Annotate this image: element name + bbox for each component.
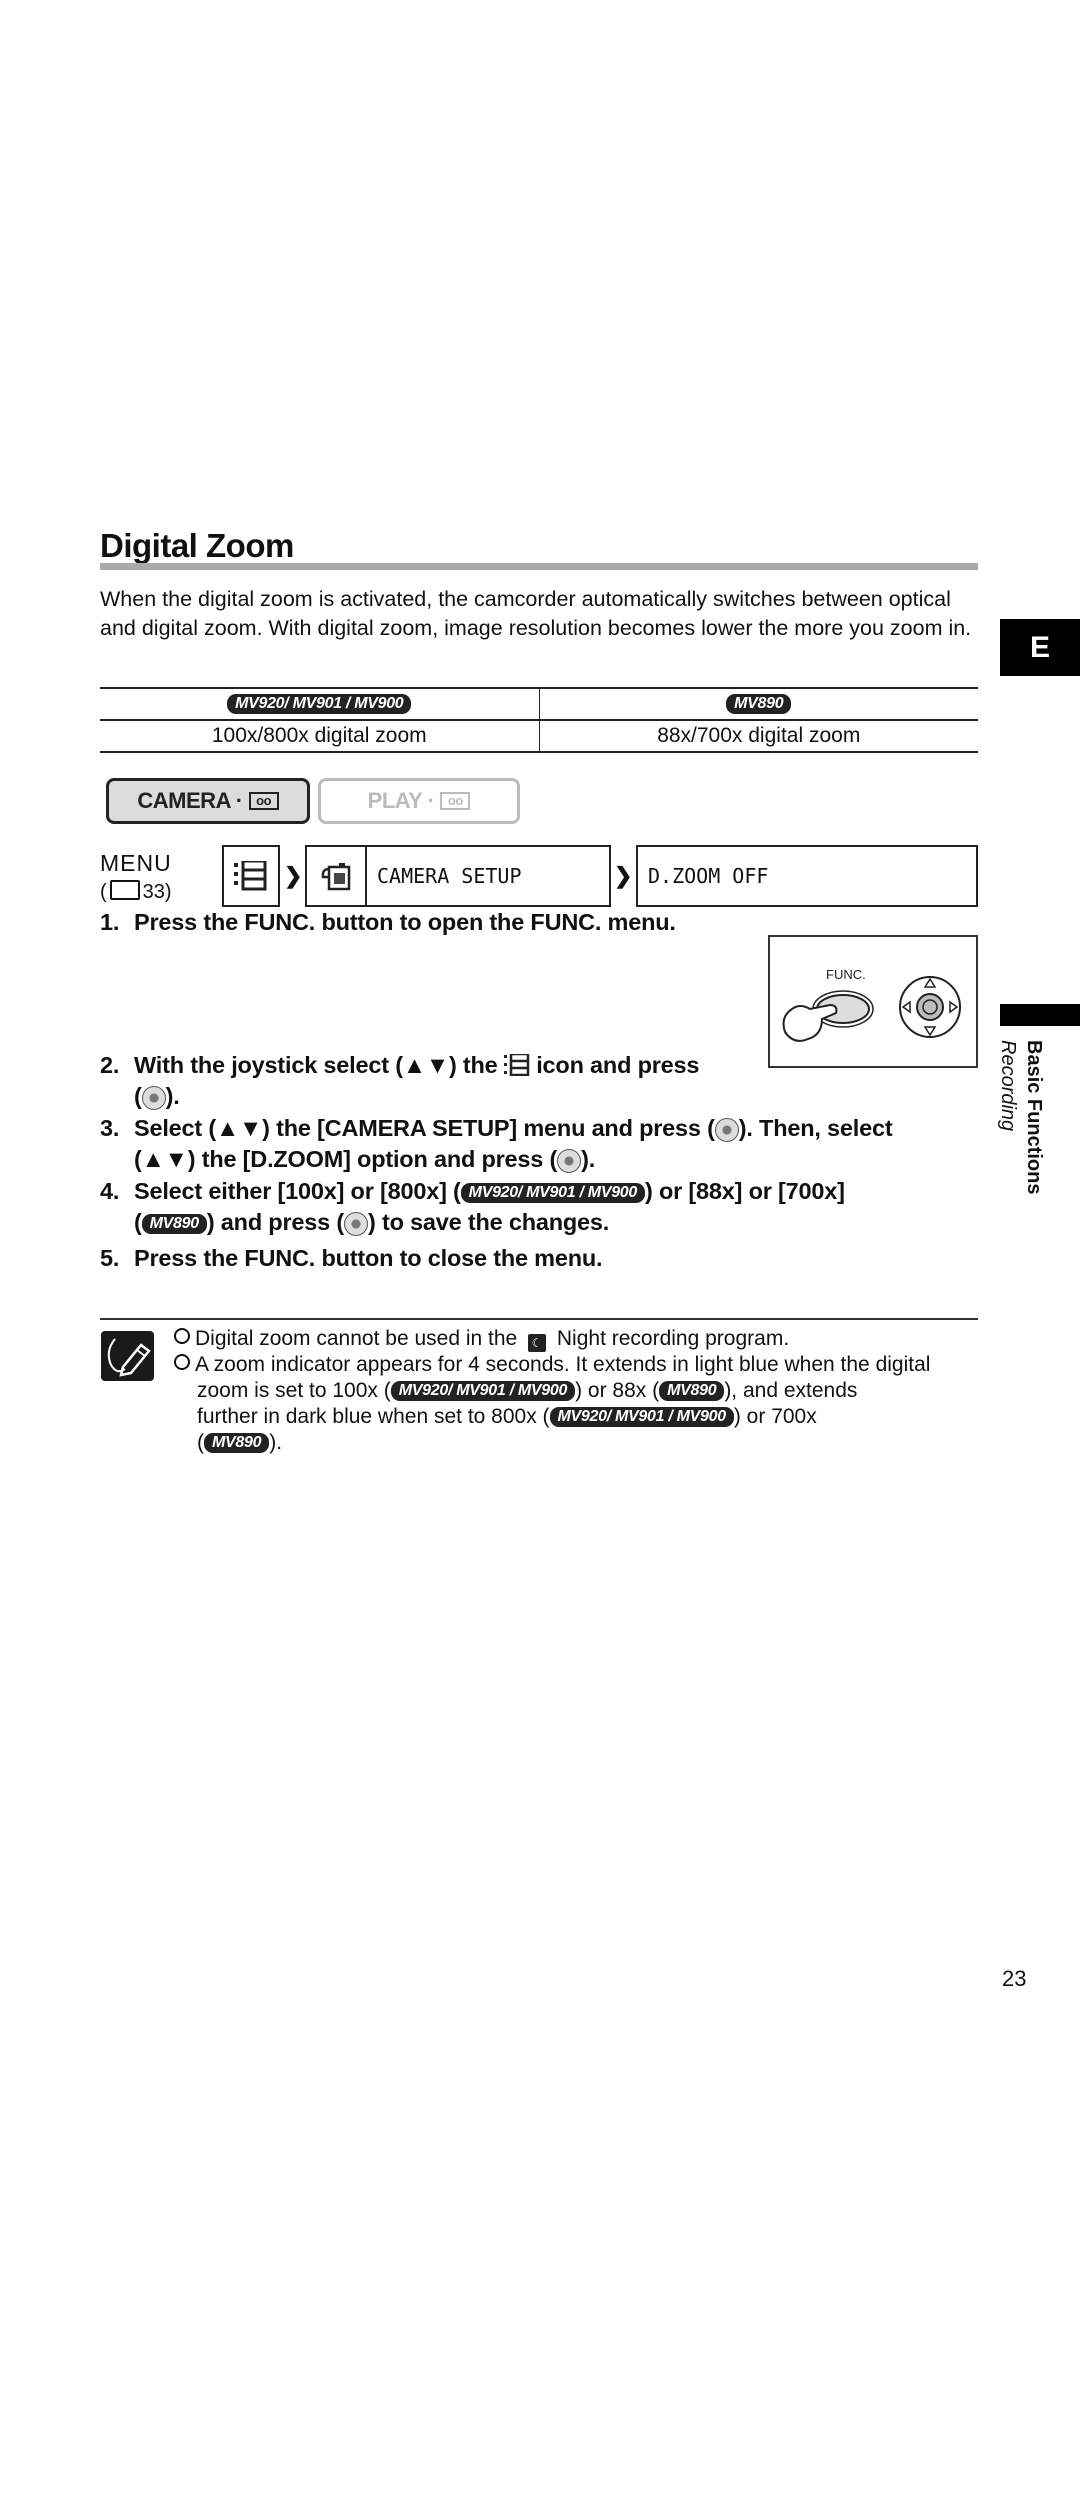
menu-list-icon — [234, 861, 267, 891]
book-icon — [109, 880, 140, 900]
model-badge: MV890 — [204, 1433, 270, 1454]
tape-icon: oo — [248, 792, 279, 810]
model-badge: MV920/ MV901 / MV900 — [227, 694, 412, 715]
table-header-row: MV920/ MV901 / MV900 MV890 — [100, 687, 978, 721]
night-mode-icon: ☾ — [528, 1334, 547, 1352]
menu-setting-dzoom: D.ZOOM OFF — [648, 864, 769, 888]
page-number: 23 — [1002, 1966, 1027, 1991]
tape-icon: oo — [440, 792, 471, 810]
joystick-press-icon — [343, 1211, 368, 1236]
joystick-press-icon — [714, 1117, 739, 1142]
title-rule — [100, 563, 978, 570]
step-2: 2. With the joystick select (▲▼) the icon… — [100, 1052, 700, 1110]
model-badge: MV920/ MV901 / MV900 — [390, 1381, 576, 1402]
menu-label: MENU — [100, 850, 172, 876]
bullet-icon — [174, 1328, 190, 1344]
model-badge: MV890 — [659, 1381, 725, 1402]
note-divider — [100, 1318, 978, 1320]
chapter-tab-bar — [1000, 1004, 1080, 1026]
model-badge: MV920/ MV901 / MV900 — [549, 1407, 734, 1428]
camera-mode-indicator: CAMERA · oo — [106, 778, 310, 824]
model-table: MV920/ MV901 / MV900 MV890 100x/800x dig… — [100, 687, 978, 753]
menu-page-reference: (33) — [100, 880, 172, 903]
step-1: 1. Press the FUNC. button to open the FUN… — [100, 909, 676, 935]
func-illustration: FUNC. — [768, 935, 978, 1068]
arrow-icon: ❯ — [284, 863, 303, 888]
camera-icon — [321, 863, 351, 891]
func-joystick-illustration: FUNC. — [782, 967, 961, 1042]
step-4: 4. Select either [100x] or [800x] (MV920/… — [100, 1178, 845, 1236]
camera-mode-label: CAMERA · — [137, 788, 243, 813]
language-tab: E — [1000, 619, 1080, 676]
arrow-icon: ❯ — [614, 863, 633, 888]
note-item: Digital zoom cannot be used in the ☾ Nig… — [174, 1326, 984, 1352]
menu-item-camera-setup: CAMERA SETUP — [377, 864, 522, 888]
step-3: 3. Select (▲▼) the [CAMERA SETUP] menu an… — [100, 1115, 893, 1173]
step-5: 5. Press the FUNC. button to close the me… — [100, 1245, 603, 1271]
note-pencil-icon — [101, 1331, 154, 1381]
chapter-subtitle: Recording — [997, 1040, 1019, 1132]
menu-list-box — [222, 845, 280, 907]
func-label: FUNC. — [826, 967, 866, 982]
table-row: 100x/800x digital zoom 88x/700x digital … — [100, 720, 978, 753]
menu-list-icon — [503, 1052, 530, 1077]
table-cell: 100x/800x digital zoom — [100, 720, 540, 753]
model-badge: MV890 — [141, 1213, 207, 1234]
intro-paragraph: When the digital zoom is activated, the … — [100, 587, 972, 640]
note-item: A zoom indicator appears for 4 seconds. … — [174, 1352, 984, 1456]
bullet-icon — [174, 1354, 190, 1370]
joystick-press-icon — [557, 1148, 582, 1173]
chapter-title: Basic Functions — [1023, 1040, 1045, 1195]
menu-setting-box: D.ZOOM OFF — [636, 845, 978, 907]
model-badge: MV920/ MV901 / MV900 — [460, 1182, 645, 1203]
camera-setup-box: CAMERA SETUP — [305, 845, 611, 907]
table-cell: 88x/700x digital zoom — [539, 720, 978, 753]
joystick-press-icon — [141, 1085, 166, 1110]
model-badge: MV890 — [726, 694, 792, 715]
play-mode-indicator: PLAY · oo — [318, 778, 520, 824]
section-title: Digital Zoom — [100, 527, 294, 564]
play-mode-label: PLAY · — [367, 788, 435, 813]
